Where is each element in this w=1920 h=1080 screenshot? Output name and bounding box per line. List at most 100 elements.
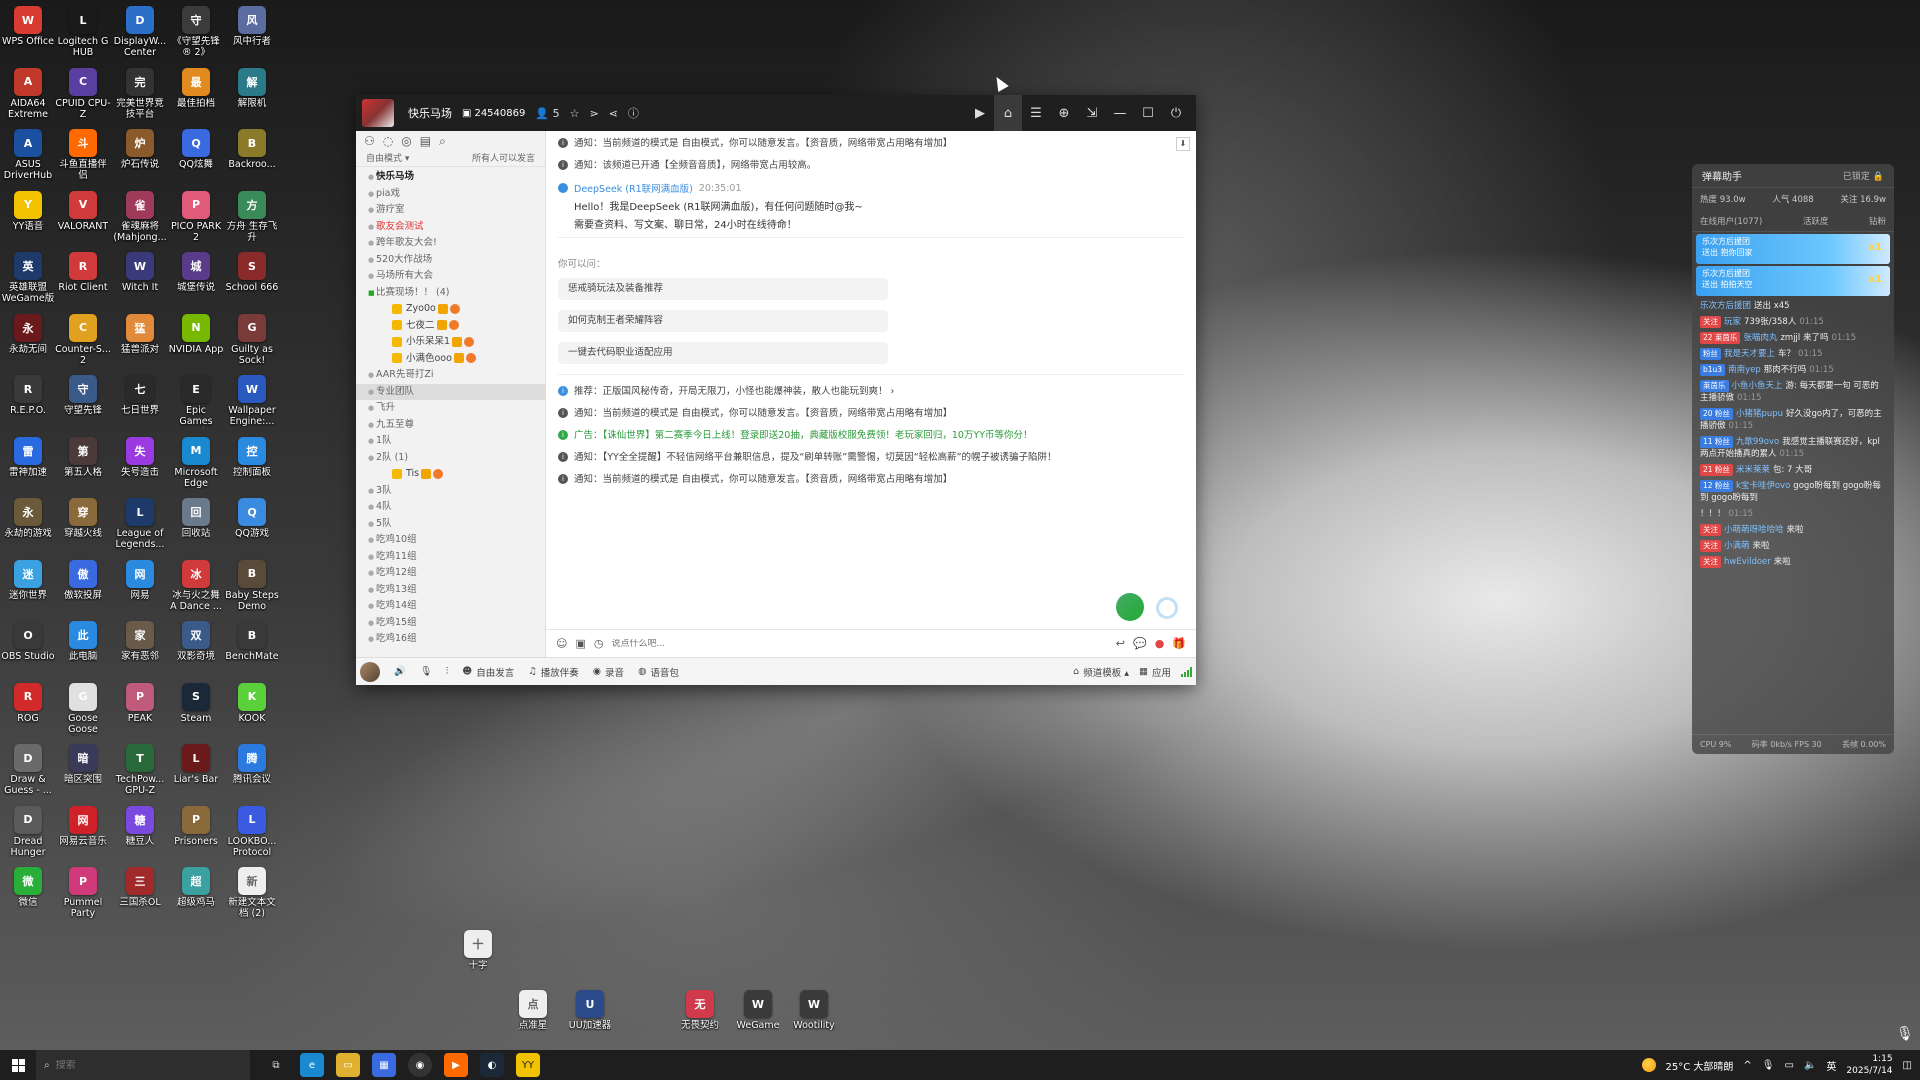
danmaku-line[interactable]: 12 粉丝 k宝卡哇伊ovo gogo盼每到 gogo盼每到 gogo盼每到 bbox=[1692, 478, 1894, 506]
danmaku-user[interactable]: 南南yep bbox=[1728, 365, 1761, 375]
danmaku-user[interactable]: 玩家 bbox=[1724, 317, 1741, 327]
channel-member[interactable]: 七夜二 bbox=[356, 318, 545, 335]
weather-text[interactable]: 25°C 大部晴朗 bbox=[1666, 1058, 1734, 1073]
danmaku-header[interactable]: 弹幕助手 已锁定 🔒 bbox=[1692, 164, 1894, 188]
notification-icon[interactable]: ◫ bbox=[1903, 1060, 1912, 1071]
channel-tree-item[interactable]: ● 520大作战场 bbox=[356, 252, 545, 269]
desktop-icon[interactable]: Y YY语音 bbox=[0, 190, 56, 251]
yy-channel-window[interactable]: 快乐马场 ▣ 24540869 👤 5 ☆ ⋗ ⋖ ⓘ ▶ ⌂ ☰ ⊕ ⇲ — ☐… bbox=[356, 95, 1196, 685]
task-view-icon[interactable]: ⧉ bbox=[264, 1053, 288, 1077]
danmaku-user[interactable]: 张喵肉丸 bbox=[1743, 333, 1777, 343]
danmaku-user[interactable]: 米米莱莱 bbox=[1736, 465, 1770, 475]
desktop-icon[interactable]: T TechPow... GPU-Z bbox=[112, 744, 168, 804]
members-count[interactable]: 👤 5 bbox=[535, 107, 559, 120]
danmaku-line[interactable]: 莱茵乐 小鱼小鱼天上 游: 每天都要一句 可恶的主播骄傲 01:15 bbox=[1692, 378, 1894, 406]
desktop-icon[interactable]: 家家有恶邻 bbox=[112, 621, 168, 681]
channel-tree-item[interactable]: ● 吃鸡15组 bbox=[356, 615, 545, 632]
taskbar-search-input[interactable] bbox=[55, 1059, 176, 1071]
desktop-icon[interactable]: 斗斗鱼直播伴侣 bbox=[55, 129, 111, 189]
desktop-icon[interactable]: W WeGame bbox=[730, 990, 786, 1050]
channel-tree-item[interactable]: ● 吃鸡10组 bbox=[356, 532, 545, 549]
chat-input[interactable] bbox=[611, 638, 1108, 649]
channel-tree-item[interactable]: ● 吃鸡13组 bbox=[356, 582, 545, 599]
desktop-icon[interactable]: 迷迷你世界 bbox=[0, 559, 56, 620]
desktop-icon[interactable]: P Prisoners bbox=[168, 805, 224, 866]
desktop-icon[interactable]: W WPS Office bbox=[0, 6, 56, 66]
gift-icon[interactable]: 🎁 bbox=[1172, 637, 1186, 650]
desktop-icon[interactable]: D DisplayW... Center bbox=[112, 6, 168, 66]
location-icon[interactable]: ◎ bbox=[401, 134, 411, 148]
desktop-icon[interactable]: P PICO PARK 2 bbox=[168, 190, 224, 251]
floating-action-button[interactable] bbox=[1156, 597, 1178, 619]
deepseek-name[interactable]: DeepSeek (R1联网满血版) bbox=[574, 181, 693, 195]
mic-overlay-icon[interactable]: 🎙 bbox=[1896, 1026, 1914, 1042]
channel-mode-row[interactable]: 自由模式 ▾ 所有人可以发言 bbox=[356, 151, 545, 167]
volume-icon[interactable]: 🔈 bbox=[1804, 1060, 1816, 1071]
desktop-icon[interactable]: 控控制面板 bbox=[224, 436, 280, 497]
channel-tree-item[interactable]: ● 歌友会测试 bbox=[356, 219, 545, 236]
home-icon[interactable]: ⌂ bbox=[994, 95, 1022, 131]
danmaku-line[interactable]: 关注 玩家 739张/358人 01:15 bbox=[1692, 314, 1894, 330]
download-icon[interactable]: ⇲ bbox=[1078, 95, 1106, 131]
desktop-icon[interactable]: L Logitech G HUB bbox=[55, 6, 111, 66]
danmaku-user[interactable]: 小满萌 bbox=[1724, 541, 1750, 551]
danmaku-user[interactable]: k宝卡哇伊ovo bbox=[1736, 481, 1790, 491]
undo-icon[interactable]: ↩ bbox=[1116, 637, 1125, 650]
store-icon[interactable]: ▦ bbox=[372, 1053, 396, 1077]
desktop-icon[interactable]: 炉炉石传说 bbox=[112, 129, 168, 189]
skip-icon[interactable]: ⋗ bbox=[589, 107, 598, 120]
desktop-icon[interactable]: L LOOKBO... Protocol bbox=[224, 805, 280, 866]
danmaku-user[interactable]: 我是天才要上 bbox=[1724, 349, 1775, 359]
desktop-icon[interactable]: 方方舟 生存飞升 bbox=[224, 190, 280, 251]
channel-tree-item[interactable]: ● 吃鸡16组 bbox=[356, 631, 545, 648]
desktop-icon[interactable]: 点点准星 bbox=[505, 990, 561, 1050]
desktop-icon[interactable]: 第第五人格 bbox=[55, 436, 111, 497]
user-icon[interactable]: ⚇ bbox=[364, 134, 375, 148]
channel-template-button[interactable]: ⌂ 频道模板 ▴ bbox=[1073, 665, 1129, 679]
desktop-icon[interactable]: 守《守望先锋® 2》 bbox=[168, 6, 224, 66]
floating-avatar[interactable] bbox=[1116, 593, 1144, 621]
desktop-icon[interactable]: 微微信 bbox=[0, 867, 56, 927]
desktop-icon[interactable]: 七七日世界 bbox=[112, 375, 168, 435]
danmaku-line[interactable]: 关注 小满萌 来啦 bbox=[1692, 538, 1894, 554]
clock[interactable]: 1:15 2025/7/14 bbox=[1846, 1053, 1892, 1077]
desktop-icon[interactable]: 新新建文本文档 (2) bbox=[224, 867, 280, 927]
desktop-icon[interactable]: 超超级鸡马 bbox=[168, 867, 224, 927]
share-icon[interactable]: ⋖ bbox=[609, 107, 618, 120]
desktop-icon[interactable]: Q QQ游戏 bbox=[224, 498, 280, 558]
desktop-icon[interactable]: U UU加速器 bbox=[562, 990, 618, 1050]
danmaku-line[interactable]: 乐次方后援团 送出 x45 bbox=[1692, 298, 1894, 314]
desktop-icon[interactable]: 十十字 bbox=[450, 930, 506, 990]
desktop-icon[interactable]: 最最佳拍档 bbox=[168, 67, 224, 128]
clock-icon[interactable]: ◷ bbox=[594, 637, 604, 650]
desktop-icon[interactable]: A AIDA64 Extreme bbox=[0, 67, 56, 128]
channel-tree-item[interactable]: ● AAR先哥打Zi bbox=[356, 367, 545, 384]
minimize-icon[interactable]: — bbox=[1106, 95, 1134, 131]
danmaku-line[interactable]: 22 莱茵乐 张喵肉丸 zmjjl 来了吗 01:15 bbox=[1692, 330, 1894, 346]
desktop-icon[interactable]: D Dread Hunger bbox=[0, 805, 56, 866]
desktop-icon[interactable]: C CPUID CPU-Z bbox=[55, 67, 111, 128]
search-icon[interactable]: ⌕ bbox=[439, 134, 446, 149]
channel-tree-item[interactable]: ● 4队 bbox=[356, 499, 545, 516]
obs-taskbar-icon[interactable]: ◉ bbox=[408, 1053, 432, 1077]
desktop-icon[interactable]: 糖糖豆人 bbox=[112, 805, 168, 866]
channel-tree-item[interactable]: ● 5队 bbox=[356, 516, 545, 533]
desktop-icon[interactable]: K KOOK bbox=[224, 682, 280, 743]
desktop-icon[interactable]: 此此电脑 bbox=[55, 621, 111, 681]
danmaku-line[interactable]: b1u3 南南yep 那肉不行吗 01:15 bbox=[1692, 362, 1894, 378]
desktop-icon[interactable]: 三三国杀OL bbox=[112, 867, 168, 927]
desktop-icon[interactable]: 英英雄联盟WeGame版 bbox=[0, 252, 56, 312]
desktop-icon[interactable]: 解解限机 bbox=[224, 67, 280, 128]
desktop-icon[interactable]: 双双影奇境 bbox=[168, 621, 224, 681]
power-icon[interactable]: ⏻ bbox=[1162, 95, 1190, 131]
desktop-icon[interactable]: G Guilty as Sock! bbox=[224, 313, 280, 374]
info-icon[interactable]: ⓘ bbox=[628, 105, 639, 121]
desktop-icon[interactable]: 猛猛兽派对 bbox=[112, 313, 168, 374]
channel-tree-item[interactable]: ● 2队 (1) bbox=[356, 450, 545, 467]
lock-toggle[interactable]: 已锁定 🔒 bbox=[1843, 169, 1884, 182]
channel-tree-item[interactable]: ■比赛现场！！ (4) bbox=[356, 285, 545, 302]
desktop-icon[interactable]: 城城堡传说 bbox=[168, 252, 224, 312]
star-icon[interactable]: ☆ bbox=[570, 107, 580, 120]
channel-tree-item[interactable]: ● 吃鸡14组 bbox=[356, 598, 545, 615]
voice-pack-button[interactable]: ◍ 语音包 bbox=[638, 665, 679, 679]
